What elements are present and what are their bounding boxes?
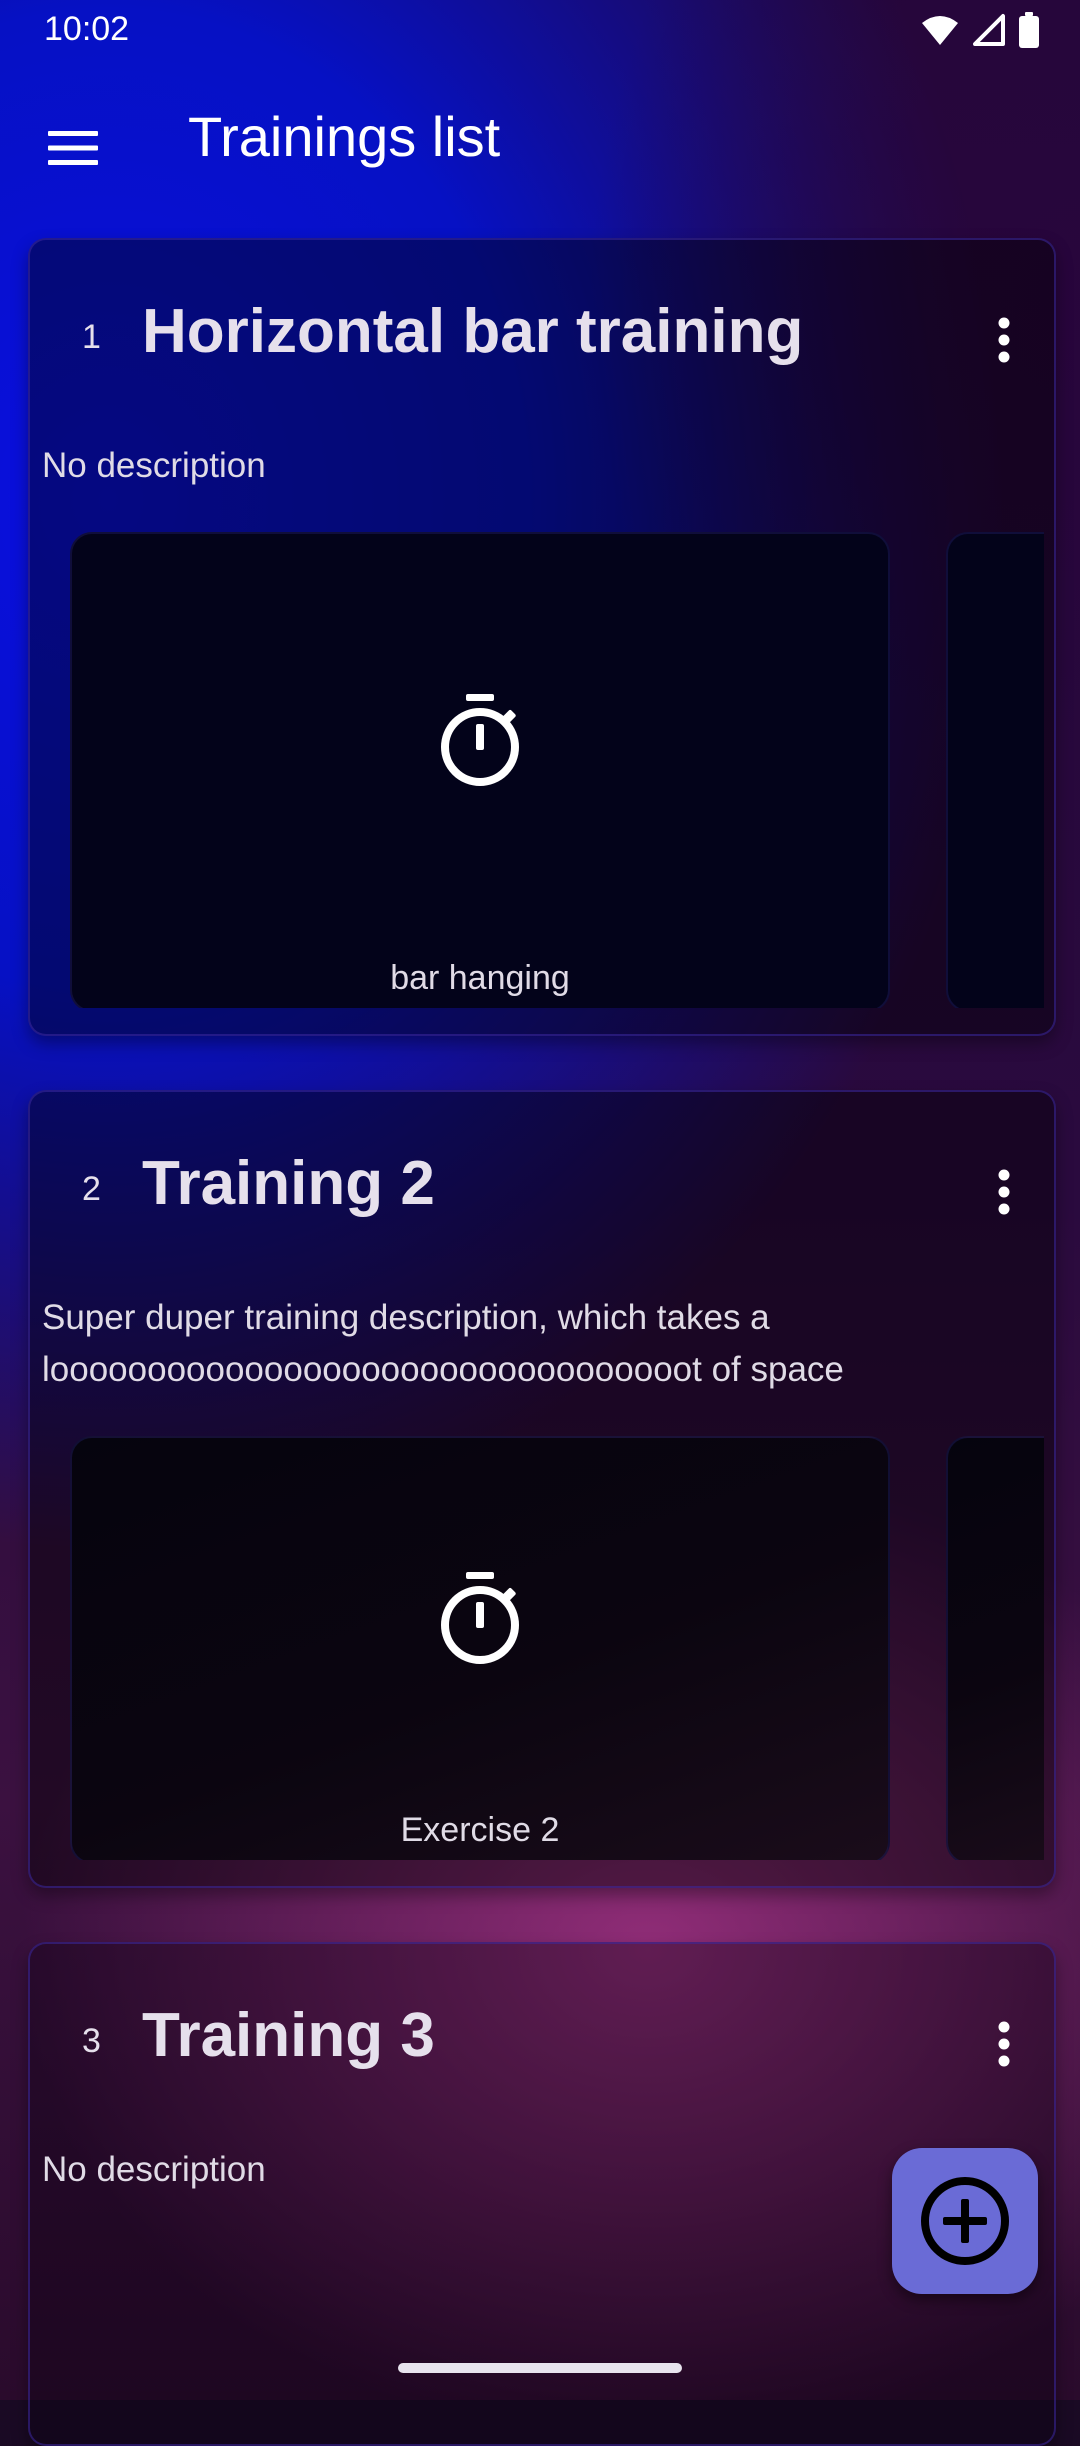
training-number: 1: [82, 318, 101, 356]
signal-icon: [973, 14, 1005, 46]
battery-icon: [1019, 12, 1039, 48]
timer-icon: [441, 1572, 519, 1664]
status-icons: [920, 12, 1040, 48]
gesture-navigation-bar[interactable]: [398, 2363, 682, 2373]
status-time: 10:02: [44, 10, 130, 48]
training-number: 3: [82, 2022, 101, 2060]
exercise-list[interactable]: bar hanging: [70, 532, 1044, 1008]
training-options-button[interactable]: [974, 302, 1034, 378]
training-description: Super duper training description, which …: [42, 1298, 844, 1389]
exercise-name: bar hanging: [390, 959, 570, 997]
training-number: 2: [82, 1170, 101, 1208]
training-description: No description: [42, 2150, 266, 2189]
exercise-tile[interactable]: bar hanging: [70, 532, 890, 1008]
exercise-tile[interactable]: Exercise 2: [70, 1436, 890, 1860]
exercise-name: Exercise 2: [400, 1811, 560, 1849]
app-bar: Trainings list: [0, 62, 1080, 212]
training-options-button[interactable]: [974, 2006, 1034, 2082]
status-bar: 10:02: [0, 0, 1080, 62]
wifi-icon: [922, 16, 958, 45]
training-card[interactable]: 1 Horizontal bar training No description…: [28, 238, 1056, 1036]
add-training-button[interactable]: [892, 2148, 1038, 2294]
page-title: Trainings list: [188, 105, 501, 168]
menu-button[interactable]: [30, 105, 116, 191]
training-options-button[interactable]: [974, 1154, 1034, 1230]
training-description: No description: [42, 446, 266, 485]
training-card[interactable]: 2 Training 2 Super duper training descri…: [28, 1090, 1056, 1888]
more-vert-icon: [998, 1169, 1010, 1215]
exercise-tile-partial[interactable]: [946, 1436, 1044, 1860]
training-title: Horizontal bar training: [142, 297, 804, 366]
timer-icon: [441, 694, 519, 786]
add-circle-icon: [921, 2177, 1009, 2265]
exercise-list[interactable]: Exercise 2: [70, 1436, 1044, 1860]
more-vert-icon: [998, 317, 1010, 363]
exercise-tile-partial[interactable]: [946, 532, 1044, 1008]
training-title: Training 3: [142, 2001, 435, 2070]
menu-icon: [48, 131, 98, 165]
more-vert-icon: [998, 2021, 1010, 2067]
training-title: Training 2: [142, 1149, 435, 1218]
